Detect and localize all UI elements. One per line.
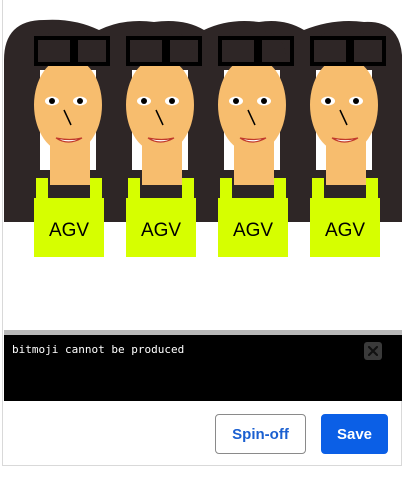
bitmoji-card: AGV AGV AGV AGV bitmoji cannot be produc… — [2, 0, 402, 466]
avatar-figure-4: AGV — [294, 0, 394, 260]
avatar-shirt-text-1: AGV — [48, 220, 90, 241]
avatar-figure-1: AGV — [18, 0, 118, 260]
close-x-icon[interactable] — [364, 342, 382, 360]
avatar-canvas: AGV AGV AGV AGV — [4, 0, 402, 330]
avatar-figure-2: AGV — [110, 0, 210, 260]
console-message: bitmoji cannot be produced — [12, 343, 185, 356]
avatar-shirt-text-4: AGV — [324, 220, 366, 241]
avatar-shirt-text-3: AGV — [232, 220, 274, 241]
avatar-shirt-text-2: AGV — [140, 220, 182, 241]
close-x-glyph — [368, 346, 378, 356]
save-button[interactable]: Save — [321, 414, 388, 454]
console-panel: bitmoji cannot be produced — [4, 335, 402, 401]
avatar-figure-3: AGV — [202, 0, 302, 260]
spin-off-button[interactable]: Spin-off — [215, 414, 306, 454]
